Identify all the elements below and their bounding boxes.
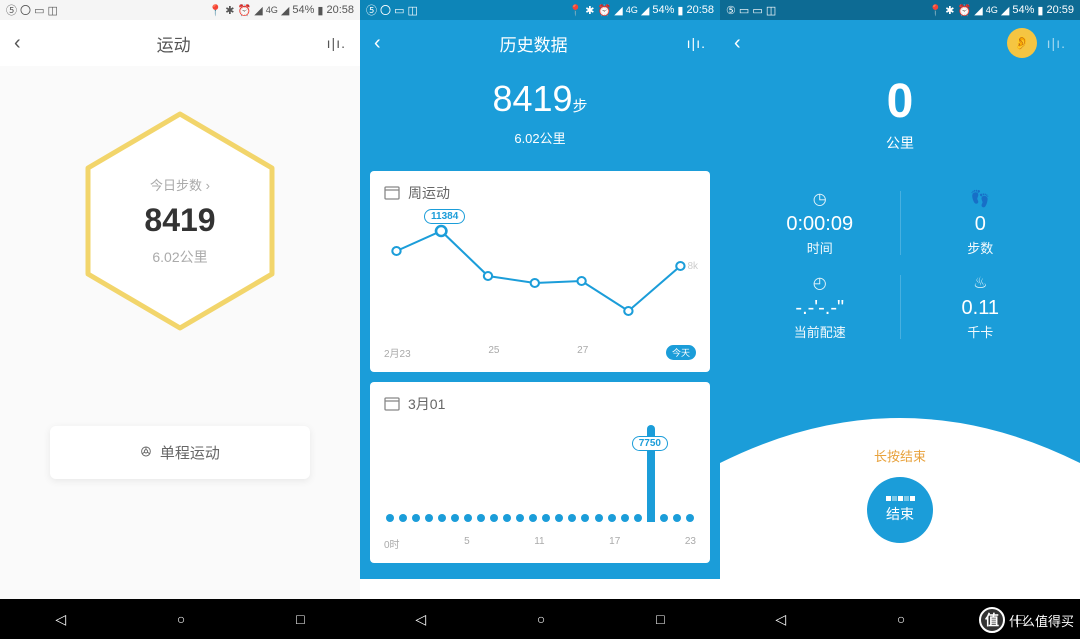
day-title: 3月01: [408, 394, 445, 414]
steps-value: 0: [901, 213, 1061, 236]
nav-home-icon[interactable]: ○: [897, 611, 905, 627]
today-pill[interactable]: 今天: [666, 345, 696, 360]
peak-badge: 7750: [632, 436, 668, 451]
steps-label: 今日步数 ›: [150, 175, 210, 194]
axis-ref: 8k: [687, 261, 698, 272]
android-navbar: ◁ ○ □: [360, 599, 720, 639]
nav-home-icon[interactable]: ○: [177, 611, 185, 627]
steps-cell: 👣 0 步数: [901, 181, 1061, 265]
stats-icon[interactable]: ı|ı.: [327, 35, 346, 51]
main-content: 今日步数 › 8419 6.02公里 ꔮ 单程运动: [0, 66, 360, 599]
screen-run: ⑤ ▭ ▭ ◫ 📍 ✱ ⏰ ◢ 4G◢ 54% ▮ 20:59 ‹ 👂 ı|ı.…: [720, 0, 1080, 639]
steps-label: 步数: [901, 238, 1061, 257]
status-bar: ⑤ 〇 ▭ ◫ 📍 ✱ ⏰ ◢ 4G◢ 54% ▮ 20:58: [360, 0, 720, 20]
stats-icon[interactable]: ı|ı.: [687, 35, 706, 51]
peak-badge: 11384: [424, 209, 465, 224]
total-steps: 8419: [492, 78, 572, 119]
time-cell: ◷ 0:00:09 时间: [740, 181, 900, 265]
steps-hexagon[interactable]: 今日步数 › 8419 6.02公里: [80, 106, 280, 336]
calorie-cell: ♨ 0.11 千卡: [901, 265, 1061, 349]
watermark-icon: 值: [979, 607, 1005, 633]
distance-unit: 公里: [720, 133, 1080, 153]
back-icon[interactable]: ‹: [14, 32, 21, 55]
status-bar: ⑤ ▭ ▭ ◫ 📍 ✱ ⏰ ◢ 4G◢ 54% ▮ 20:59: [720, 0, 1080, 20]
page-title: 运动: [157, 31, 191, 56]
week-title: 周运动: [408, 183, 450, 203]
distance-value: 0: [720, 74, 1080, 129]
summary-panel: 8419步 6.02公里: [360, 66, 720, 171]
nav-home-icon[interactable]: ○: [537, 611, 545, 627]
nav-recent-icon[interactable]: □: [656, 611, 664, 627]
flame-icon: ♨: [901, 273, 1061, 293]
screen-activity: ⑤ 〇 ▭ ◫ 📍 ✱ ⏰ ◢ 4G◢ 54% ▮ 20:58 ‹ 运动 ı|ı…: [0, 0, 360, 639]
single-run-label: 单程运动: [160, 442, 220, 463]
hour-xaxis: 0时 5 11 17 23: [384, 532, 696, 555]
steps-value: 8419: [144, 202, 215, 239]
distance-value: 6.02公里: [152, 247, 207, 267]
stats-icon[interactable]: ı|ı.: [1047, 35, 1066, 51]
calendar-icon: [384, 396, 400, 412]
day-chart: 7750: [384, 422, 696, 532]
watermark-text: 什么值得买: [1009, 611, 1074, 630]
avatar[interactable]: 👂: [1007, 28, 1037, 58]
run-panel: ‹ 👂 ı|ı. 0 公里 ◷ 0:00:09 时间 👣 0 步数: [720, 20, 1080, 593]
charts-body: 周运动 11384 8k 2月23 25 27: [360, 171, 720, 579]
steps-unit: 步: [573, 98, 588, 115]
watermark: 值 什么值得买: [979, 607, 1074, 633]
single-run-button[interactable]: ꔮ 单程运动: [50, 426, 310, 479]
pace-value: -.-'-.-": [740, 297, 900, 320]
week-xaxis: 2月23 25 27 今天: [384, 341, 696, 364]
calorie-value: 0.11: [901, 297, 1061, 320]
calendar-icon: [384, 185, 400, 201]
screen-history: ⑤ 〇 ▭ ◫ 📍 ✱ ⏰ ◢ 4G◢ 54% ▮ 20:58 ‹ 历史数据 ı…: [360, 0, 720, 639]
end-hint: 长按结束: [720, 446, 1080, 465]
week-card[interactable]: 周运动 11384 8k 2月23 25 27: [370, 171, 710, 372]
end-button-label: 结束: [886, 504, 914, 524]
pace-label: 当前配速: [740, 322, 900, 341]
page-title: 历史数据: [500, 31, 568, 56]
finish-flag-icon: [886, 496, 915, 501]
calorie-label: 千卡: [901, 322, 1061, 341]
day-card[interactable]: 3月01 7750 0时 5 11 17 23: [370, 382, 710, 563]
header: ‹ 历史数据 ı|ı.: [360, 20, 720, 66]
pace-cell: ◴ -.-'-.-" 当前配速: [740, 265, 900, 349]
back-icon[interactable]: ‹: [734, 32, 741, 55]
speedometer-icon: ◴: [740, 273, 900, 293]
time-label: 时间: [740, 238, 900, 257]
week-chart: 11384 8k: [384, 211, 696, 341]
end-button[interactable]: 结束: [867, 477, 933, 543]
nav-back-icon[interactable]: ◁: [775, 611, 786, 628]
header: ‹ 运动 ı|ı.: [0, 20, 360, 66]
runner-icon: ꔮ: [140, 444, 152, 461]
back-icon[interactable]: ‹: [374, 32, 381, 55]
nav-recent-icon[interactable]: □: [296, 611, 304, 627]
nav-back-icon[interactable]: ◁: [415, 611, 426, 628]
nav-back-icon[interactable]: ◁: [55, 611, 66, 628]
android-navbar: ◁ ○ □: [0, 599, 360, 639]
steps-icon: 👣: [901, 189, 1061, 209]
time-value: 0:00:09: [740, 213, 900, 236]
total-distance: 6.02公里: [360, 128, 720, 147]
clock-icon: ◷: [740, 189, 900, 209]
status-bar: ⑤ 〇 ▭ ◫ 📍 ✱ ⏰ ◢ 4G◢ 54% ▮ 20:58: [0, 0, 360, 20]
stats-grid: ◷ 0:00:09 时间 👣 0 步数 ◴ -.-'-.-" 当前配速 ♨: [720, 181, 1080, 349]
